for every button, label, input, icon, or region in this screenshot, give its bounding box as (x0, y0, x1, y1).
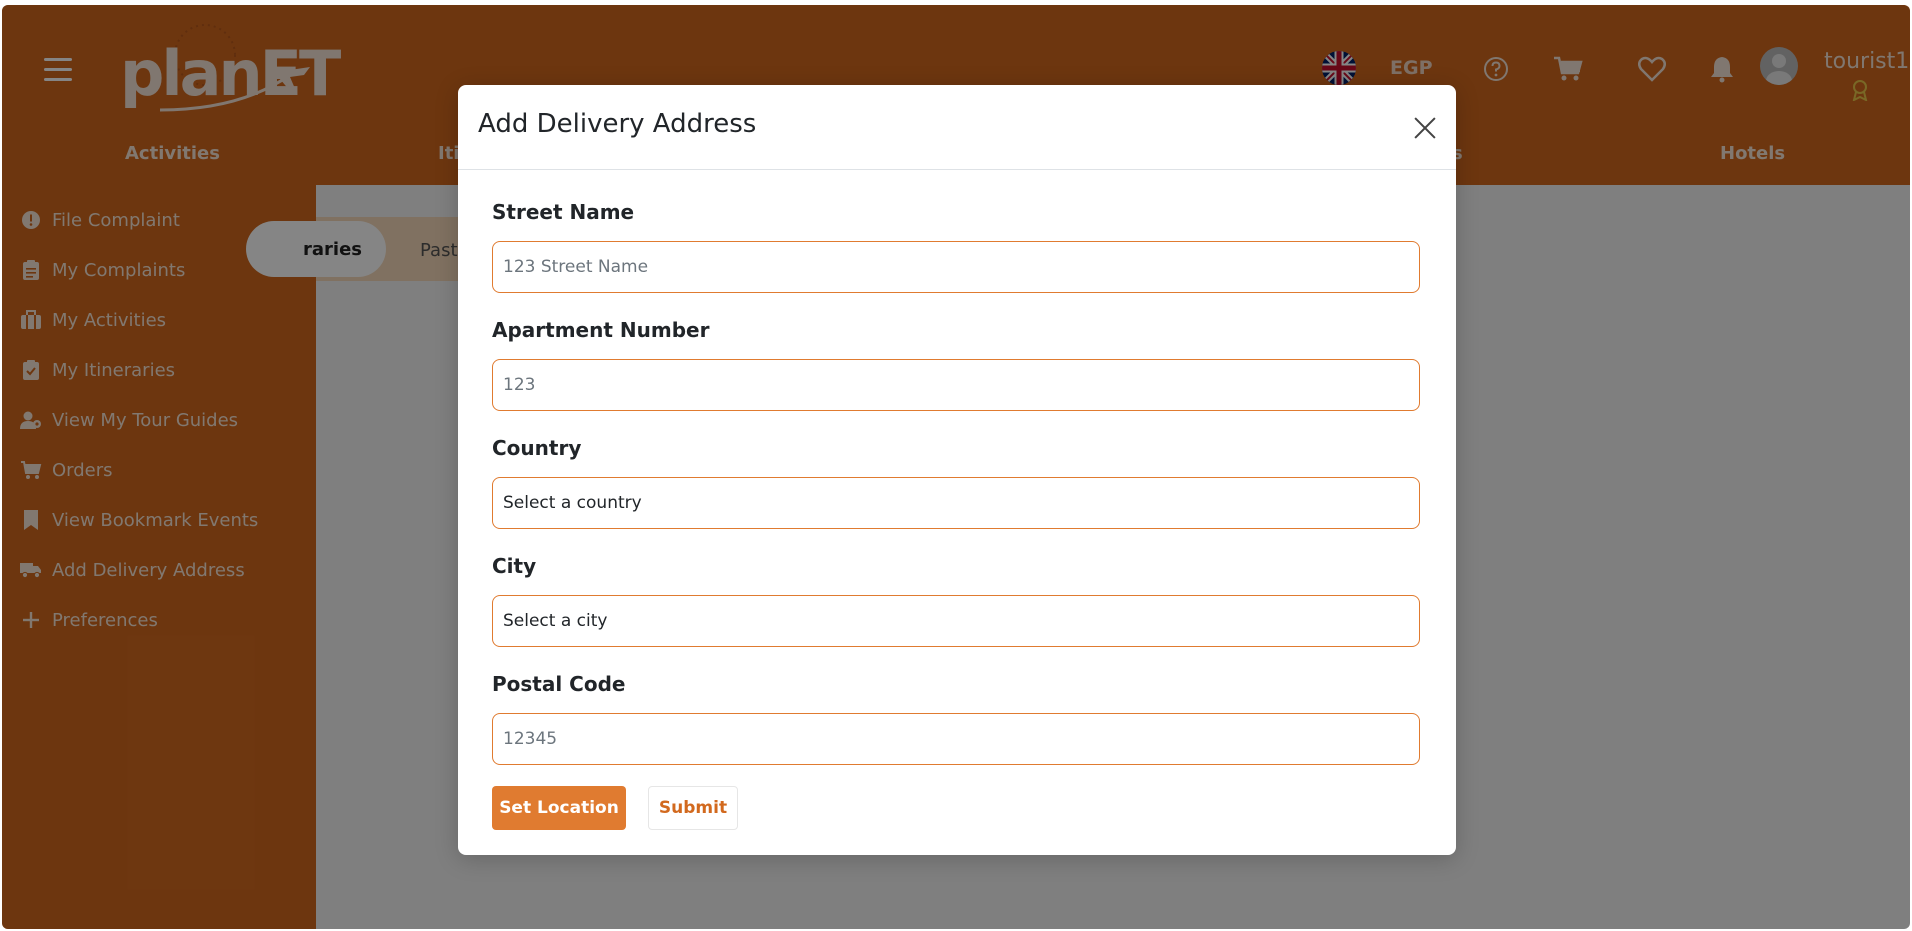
modal-header: Add Delivery Address (458, 85, 1456, 170)
apartment-number-input[interactable] (492, 359, 1420, 411)
app-window: planET EGP tourist1 Activities Iti s Hot… (2, 5, 1910, 929)
modal-title: Add Delivery Address (478, 109, 757, 139)
country-select[interactable]: Select a country (492, 477, 1420, 529)
close-icon[interactable] (1410, 113, 1440, 143)
submit-button[interactable]: Submit (648, 786, 738, 830)
postal-code-label: Postal Code (492, 672, 626, 696)
apartment-number-label: Apartment Number (492, 318, 710, 342)
street-name-input[interactable] (492, 241, 1420, 293)
city-label: City (492, 554, 537, 578)
set-location-button[interactable]: Set Location (492, 786, 626, 830)
city-select[interactable]: Select a city (492, 595, 1420, 647)
country-label: Country (492, 436, 582, 460)
add-delivery-address-modal: Add Delivery Address Street Name Apartme… (458, 85, 1456, 855)
street-name-label: Street Name (492, 200, 635, 224)
postal-code-input[interactable] (492, 713, 1420, 765)
